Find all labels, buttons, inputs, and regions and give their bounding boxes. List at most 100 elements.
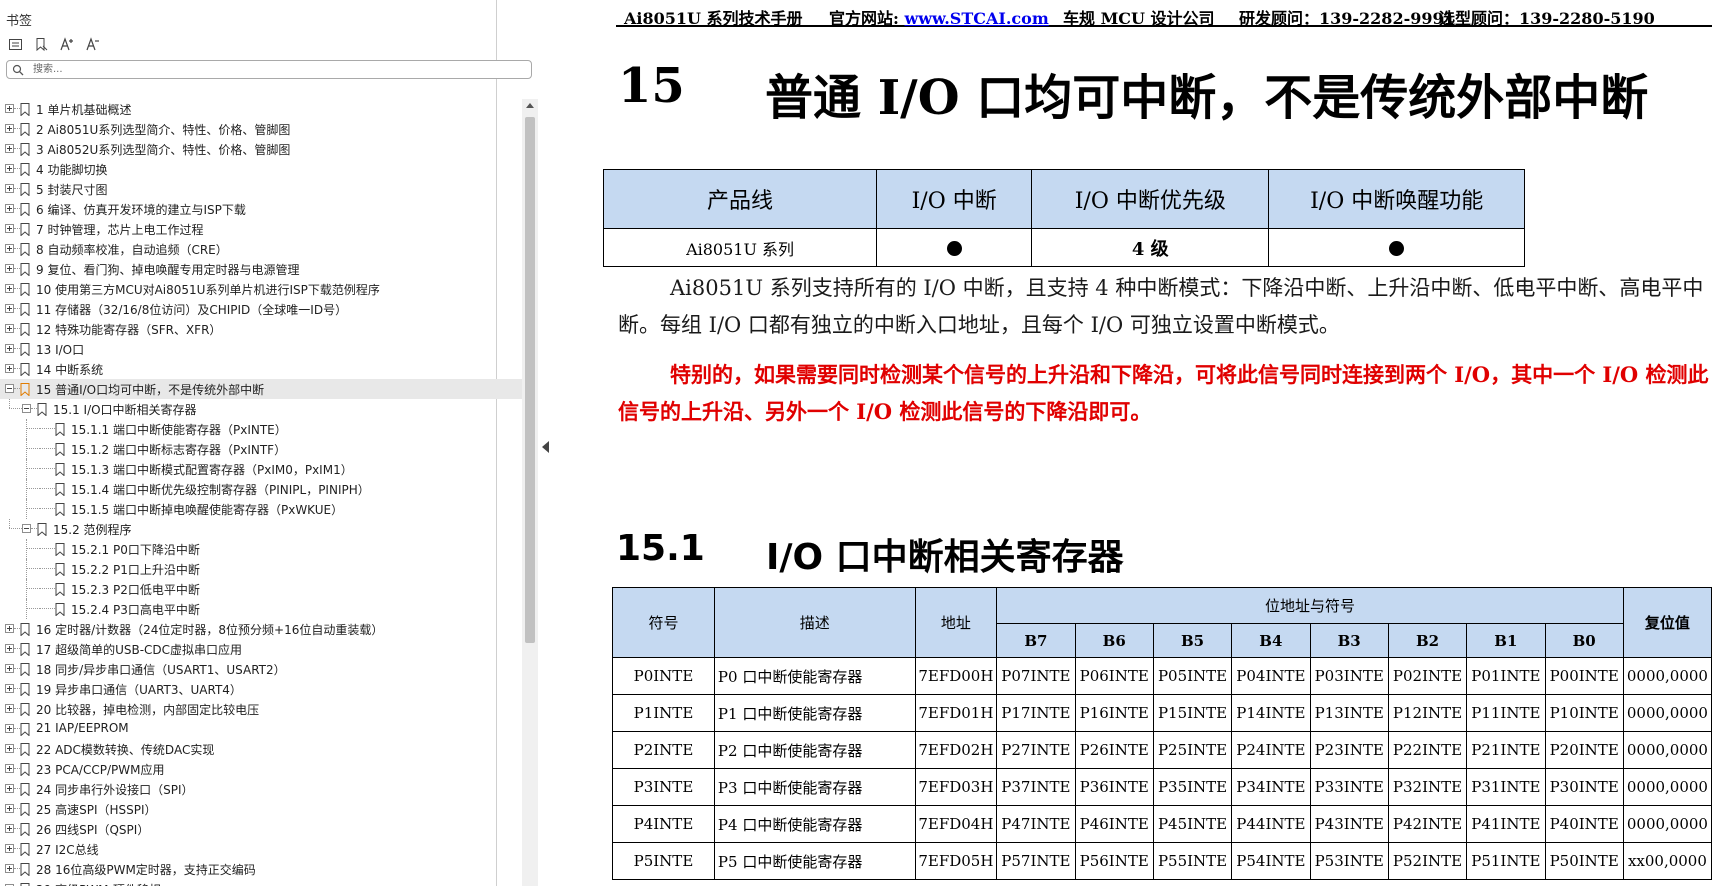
bookmark-item[interactable]: 21 IAP/EEPROM [0, 719, 524, 739]
bookmark-item[interactable]: 25 高速SPI（HSSPI） [0, 799, 524, 819]
expand-icon[interactable] [5, 644, 14, 653]
bookmark-item[interactable]: 13 I/O口 [0, 339, 524, 359]
bookmarks-search-input[interactable] [33, 62, 513, 77]
bookmark-item[interactable]: 3 Ai8052U系列选型简介、特性、价格、管脚图 [0, 139, 524, 159]
expand-icon[interactable] [5, 244, 14, 253]
bookmarks-scrollbar[interactable] [522, 99, 538, 886]
expand-icon[interactable] [5, 124, 14, 133]
scrollbar-thumb[interactable] [525, 117, 535, 643]
expand-icon[interactable] [5, 784, 14, 793]
bookmark-item[interactable]: 29 高级PWM-硬件移相 [0, 879, 524, 886]
bookmark-item[interactable]: 26 四线SPI（QSPI） [0, 819, 524, 839]
expand-icon[interactable] [5, 304, 14, 313]
bookmark-item[interactable]: 15.1.4 端口中断优先级控制寄存器（PINIPL，PINIPH） [0, 479, 524, 499]
header-bit: B1 [1466, 623, 1546, 658]
collapse-all-icon[interactable] [6, 35, 24, 53]
expand-icon[interactable] [5, 824, 14, 833]
font-decrease-icon[interactable] [84, 35, 102, 53]
bookmark-item[interactable]: 4 功能脚切换 [0, 159, 524, 179]
expand-icon[interactable] [5, 284, 14, 293]
bookmark-item[interactable]: 11 存储器（32/16/8位访问）及CHIPID（全球唯一ID号） [0, 299, 524, 319]
expand-icon[interactable] [5, 204, 14, 213]
bookmark-item[interactable]: 5 封装尺寸图 [0, 179, 524, 199]
bookmark-item[interactable]: 15.1 I/O口中断相关寄存器 [0, 399, 524, 419]
expand-icon[interactable] [5, 664, 14, 673]
register-address: 7EFD02H [914, 731, 998, 769]
expand-icon[interactable] [5, 764, 14, 773]
bookmark-label: 15.1 I/O口中断相关寄存器 [53, 403, 197, 417]
website-link[interactable]: www.STCAI.com [904, 9, 1048, 28]
bookmark-label: 20 比较器，掉电检测，内部固定比较电压 [36, 703, 260, 717]
bookmark-item[interactable]: 27 I2C总线 [0, 839, 524, 859]
bookmark-label: 15.2.1 P0口下降沿中断 [71, 543, 200, 557]
expand-icon[interactable] [5, 704, 14, 713]
bookmark-item[interactable]: 15.2.2 P1口上升沿中断 [0, 559, 524, 579]
header-bit: B5 [1152, 623, 1233, 658]
expand-icon[interactable] [5, 264, 14, 273]
expand-icon[interactable] [5, 224, 14, 233]
collapse-icon[interactable] [22, 524, 31, 533]
bookmark-label: 15.1.1 端口中断使能寄存器（PxINTE） [71, 423, 287, 437]
expand-icon[interactable] [5, 724, 14, 733]
bookmark-item[interactable]: 2 Ai8051U系列选型简介、特性、价格、管脚图 [0, 119, 524, 139]
expand-icon[interactable] [5, 744, 14, 753]
bookmark-item[interactable]: 1 单片机基础概述 [0, 99, 524, 119]
bookmark-item[interactable]: 22 ADC模数转换、传统DAC实现 [0, 739, 524, 759]
bookmark-label: 27 I2C总线 [36, 843, 99, 857]
bookmark-item[interactable]: 15.1.2 端口中断标志寄存器（PxINTF） [0, 439, 524, 459]
expand-icon[interactable] [5, 804, 14, 813]
register-bit: P01INTE [1466, 657, 1546, 695]
bookmark-item[interactable]: 15.2.4 P3口高电平中断 [0, 599, 524, 619]
bookmark-item[interactable]: 6 编译、仿真开发环境的建立与ISP下载 [0, 199, 524, 219]
bookmark-item[interactable]: 28 16位高级PWM定时器，支持正交编码 [0, 859, 524, 879]
bookmark-item[interactable]: 20 比较器，掉电检测，内部固定比较电压 [0, 699, 524, 719]
bookmark-item[interactable]: 15.1.1 端口中断使能寄存器（PxINTE） [0, 419, 524, 439]
bookmark-item[interactable]: 14 中断系统 [0, 359, 524, 379]
expand-icon[interactable] [5, 364, 14, 373]
bookmark-item[interactable]: 15.2.3 P2口低电平中断 [0, 579, 524, 599]
bookmark-item[interactable]: 9 复位、看门狗、掉电唤醒专用定时器与电源管理 [0, 259, 524, 279]
expand-icon[interactable] [5, 144, 14, 153]
bookmark-item[interactable]: 17 超级简单的USB-CDC虚拟串口应用 [0, 639, 524, 659]
table-row: P2INTE P2 口中断使能寄存器 7EFD02H P27INTE P26INTE P2… [612, 731, 1712, 769]
header-bit-address: 位地址与符号 [996, 587, 1624, 624]
bookmark-item[interactable]: 8 自动频率校准，自动追频（CRE） [0, 239, 524, 259]
collapse-icon[interactable] [5, 384, 14, 393]
collapse-icon[interactable] [22, 404, 31, 413]
bookmark-item[interactable]: 15.1.3 端口中断模式配置寄存器（PxIM0，PxIM1） [0, 459, 524, 479]
bookmark-item[interactable]: 12 特殊功能寄存器（SFR、XFR） [0, 319, 524, 339]
bookmark-label: 9 复位、看门狗、掉电唤醒专用定时器与电源管理 [36, 263, 300, 277]
expand-icon[interactable] [5, 164, 14, 173]
expand-icon[interactable] [5, 184, 14, 193]
expand-icon[interactable] [5, 344, 14, 353]
bookmark-item[interactable]: 10 使用第三方MCU对Ai8051U系列单片机进行ISP下载范例程序 [0, 279, 524, 299]
bookmark-item[interactable]: 19 异步串口通信（UART3、UART4） [0, 679, 524, 699]
expand-icon[interactable] [5, 684, 14, 693]
bookmark-icon [55, 543, 65, 556]
bookmark-item[interactable]: 18 同步/异步串口通信（USART1、USART2） [0, 659, 524, 679]
bookmark-icon [55, 603, 65, 616]
bookmark-item[interactable]: 15 普通I/O口均可中断，不是传统外部中断 [0, 379, 524, 399]
register-bit: P34INTE [1231, 768, 1311, 806]
website-label: 官方网站: www.STCAI.com [829, 9, 1049, 28]
expand-icon[interactable] [5, 624, 14, 633]
bookmark-icon [20, 783, 30, 796]
font-increase-icon[interactable] [58, 35, 76, 53]
bookmark-item[interactable]: 15.1.5 端口中断掉电唤醒使能寄存器（PxWKUE） [0, 499, 524, 519]
register-bit: P03INTE [1309, 657, 1389, 695]
bookmark-item[interactable]: 24 同步串行外设接口（SPI） [0, 779, 524, 799]
expand-icon[interactable] [5, 844, 14, 853]
register-bit: P12INTE [1387, 694, 1468, 732]
bookmark-item[interactable]: 15.2 范例程序 [0, 519, 524, 539]
bookmark-add-icon[interactable] [32, 35, 50, 53]
expand-icon[interactable] [5, 864, 14, 873]
expand-icon[interactable] [5, 324, 14, 333]
bookmark-item[interactable]: 16 定时器/计数器（24位定时器，8位预分频+16位自动重装载） [0, 619, 524, 639]
bookmark-item[interactable]: 15.2.1 P0口下降沿中断 [0, 539, 524, 559]
collapse-panel-arrow-icon[interactable] [541, 440, 550, 454]
scroll-up-arrow-icon[interactable] [526, 103, 534, 108]
expand-icon[interactable] [5, 104, 14, 113]
company-name: 车规 MCU 设计公司 [1063, 9, 1215, 28]
bookmark-item[interactable]: 23 PCA/CCP/PWM应用 [0, 759, 524, 779]
bookmark-item[interactable]: 7 时钟管理，芯片上电工作过程 [0, 219, 524, 239]
